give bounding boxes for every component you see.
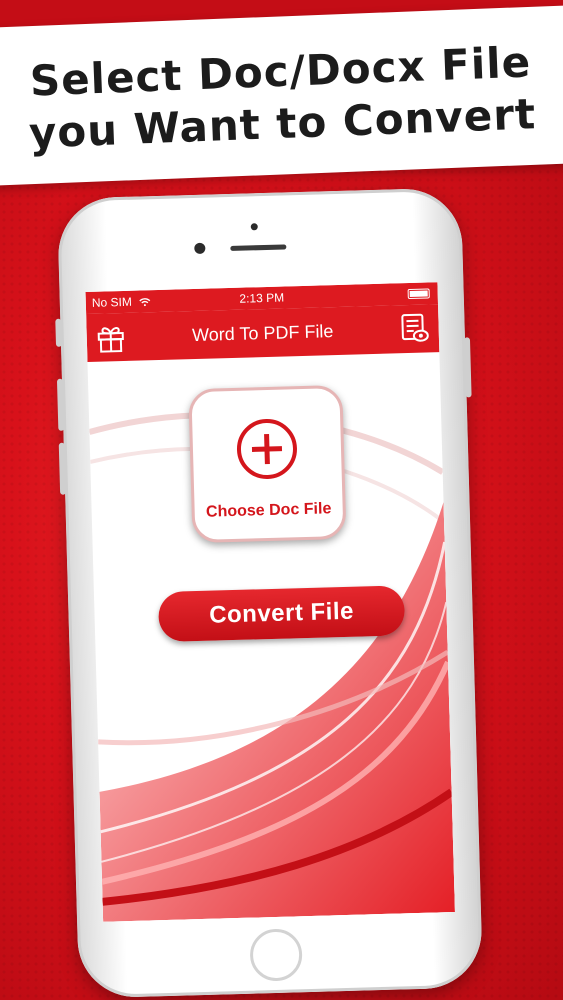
home-button[interactable]	[249, 928, 303, 982]
phone-frame: No SIM 2:13 PM Word To PDF File Choose D…	[55, 187, 484, 999]
proximity-sensor	[250, 223, 258, 231]
plus-circle-icon	[236, 419, 297, 480]
document-view-icon[interactable]	[400, 312, 429, 343]
headline: Select Doc/Docx File you Want to Convert	[0, 35, 563, 161]
earpiece-speaker	[230, 244, 287, 251]
phone-screen: No SIM 2:13 PM Word To PDF File Choose D…	[85, 282, 455, 922]
battery-icon	[407, 288, 430, 300]
volume-up-button	[56, 378, 65, 431]
convert-file-button[interactable]: Convert File	[157, 585, 406, 643]
front-camera	[194, 242, 206, 254]
choose-doc-file-label: Choose Doc File	[205, 500, 332, 521]
volume-down-button	[58, 442, 67, 495]
mute-switch	[55, 318, 63, 347]
choose-doc-file-button[interactable]: Choose Doc File	[188, 384, 347, 544]
